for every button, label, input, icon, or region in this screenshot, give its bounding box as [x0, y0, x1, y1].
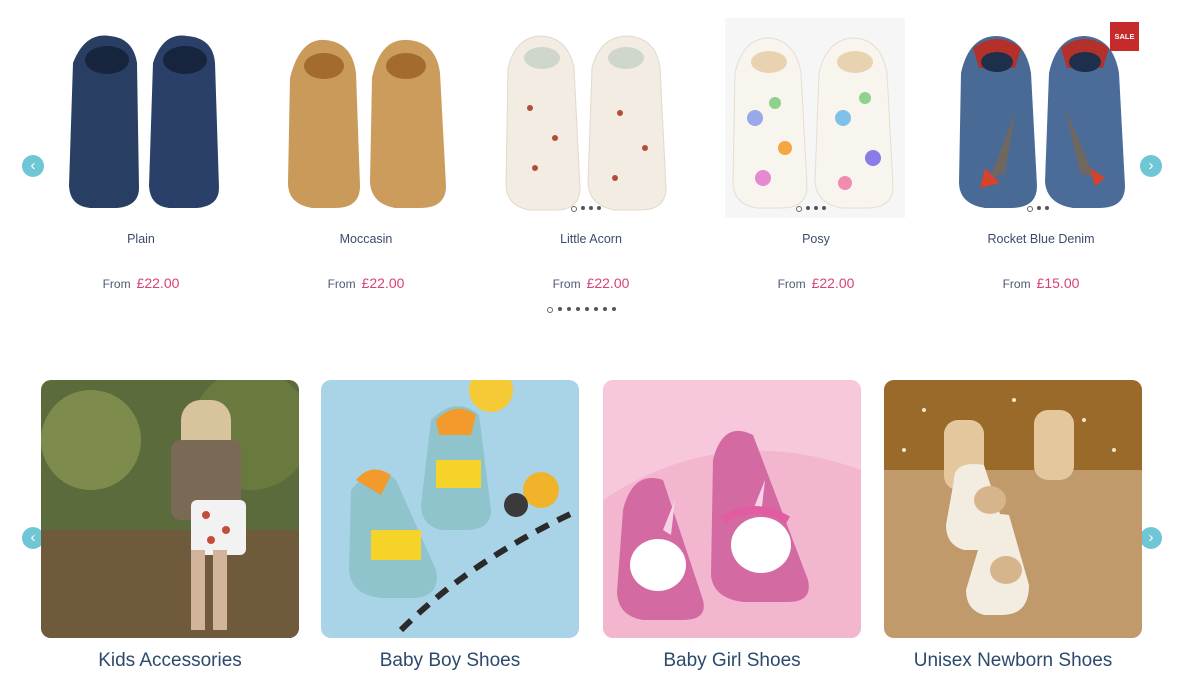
- category-image-kids-accessories[interactable]: [41, 380, 299, 638]
- product-name[interactable]: Posy: [706, 232, 926, 246]
- carousel-next-button[interactable]: ›: [1140, 155, 1162, 177]
- category-label[interactable]: Unisex Newborn Shoes: [884, 650, 1142, 672]
- category-image-unisex-newborn-shoes[interactable]: [884, 380, 1142, 638]
- product-image-little-acorn[interactable]: [500, 18, 680, 218]
- price-amount: £22.00: [136, 275, 180, 291]
- category-image-baby-girl-shoes[interactable]: [603, 380, 861, 638]
- category-label[interactable]: Baby Boy Shoes: [321, 650, 579, 672]
- sale-badge: SALE: [1110, 22, 1139, 51]
- product-price: From £15.00: [931, 275, 1151, 291]
- image-dots[interactable]: [796, 206, 826, 212]
- image-dots[interactable]: [1027, 206, 1049, 212]
- product-name[interactable]: Plain: [31, 232, 251, 246]
- product-price: From £22.00: [31, 275, 251, 291]
- chevron-right-icon: ›: [1148, 529, 1154, 546]
- price-prefix: From: [102, 277, 131, 291]
- product-price: From £22.00: [481, 275, 701, 291]
- category-label[interactable]: Kids Accessories: [41, 650, 299, 672]
- product-price: From £22.00: [706, 275, 926, 291]
- product-name[interactable]: Little Acorn: [481, 232, 701, 246]
- image-dots[interactable]: [571, 206, 601, 212]
- price-prefix: From: [1002, 277, 1031, 291]
- category-image-baby-boy-shoes[interactable]: [321, 380, 579, 638]
- product-image-plain[interactable]: [55, 18, 235, 218]
- chevron-left-icon: ‹: [30, 157, 36, 174]
- price-prefix: From: [327, 277, 356, 291]
- product-image-posy[interactable]: [725, 18, 905, 218]
- product-name[interactable]: Moccasin: [256, 232, 476, 246]
- price-prefix: From: [552, 277, 581, 291]
- chevron-right-icon: ›: [1148, 157, 1154, 174]
- category-next-button[interactable]: ›: [1140, 527, 1162, 549]
- chevron-left-icon: ‹: [30, 529, 36, 546]
- product-price: From £22.00: [256, 275, 476, 291]
- carousel-pagination[interactable]: [547, 307, 616, 313]
- product-image-rocket-blue-denim[interactable]: [955, 18, 1135, 218]
- product-name[interactable]: Rocket Blue Denim: [931, 232, 1151, 246]
- price-amount: £22.00: [586, 275, 630, 291]
- category-label[interactable]: Baby Girl Shoes: [603, 650, 861, 672]
- price-amount: £22.00: [361, 275, 405, 291]
- carousel-prev-button[interactable]: ‹: [22, 155, 44, 177]
- product-image-moccasin[interactable]: [280, 18, 460, 218]
- price-prefix: From: [777, 277, 806, 291]
- price-amount: £22.00: [811, 275, 855, 291]
- price-amount: £15.00: [1036, 275, 1080, 291]
